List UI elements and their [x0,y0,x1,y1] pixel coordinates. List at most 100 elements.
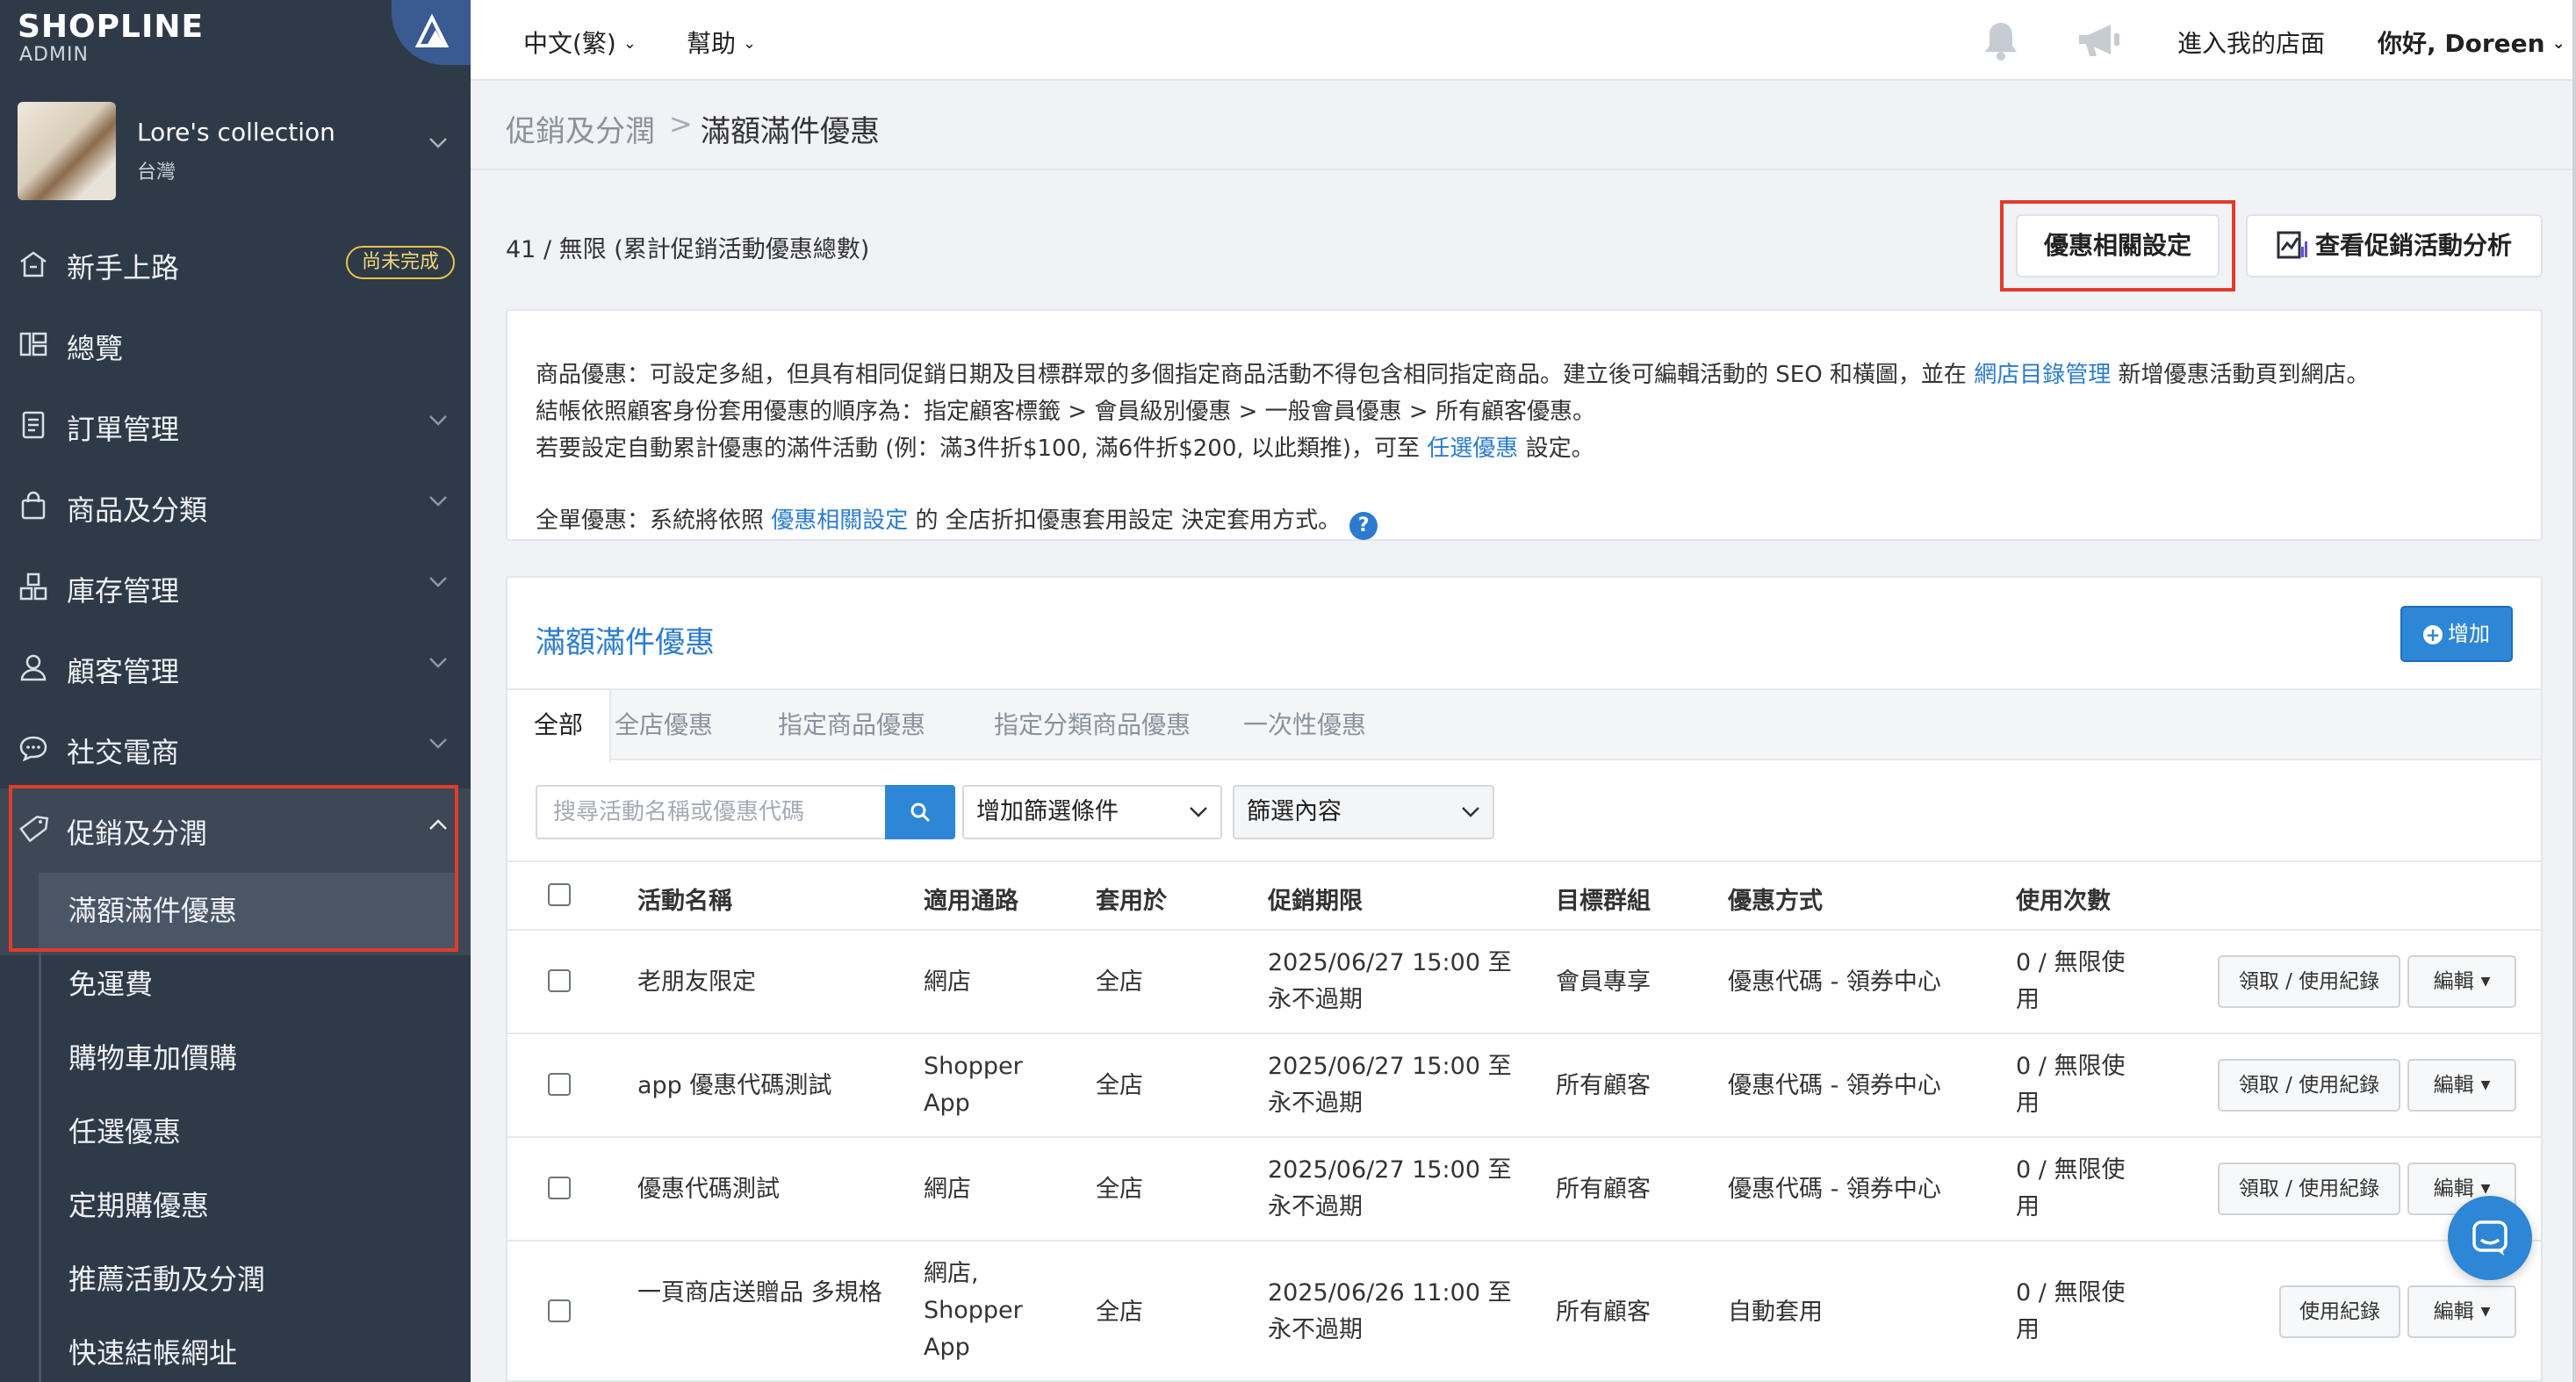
column-header[interactable]: 目標群組 [1556,882,1651,916]
promo-usage: 0 / 無限使 [2016,949,2126,976]
table-row: app 優惠代碼測試 Shopper App 全店 2025/06/27 15:… [507,1034,2541,1138]
sidebar-item-social-commerce[interactable]: 社交電商 [0,708,471,788]
tab-category[interactable]: 指定分類商品優惠 [968,690,1217,760]
promo-target: 所有顧客 [1556,1299,1651,1326]
promo-apply: 全店 [1096,1072,1143,1099]
edit-label: 編輯 [2433,970,2474,993]
caret-down-icon: ▼ [2480,975,2491,989]
edit-dropdown-button[interactable]: 編輯 ▼ [2407,955,2516,1008]
promo-apply: 全店 [1096,968,1143,996]
help-icon[interactable]: ? [1349,512,1378,540]
bell-icon[interactable] [1981,19,2021,61]
filter-content-select[interactable]: 篩選內容 [1233,785,1494,839]
add-filter-select[interactable]: 增加篩選條件 [962,785,1222,839]
row-checkbox[interactable] [548,1177,571,1199]
row-checkbox[interactable] [548,1299,571,1322]
select-all-checkbox[interactable] [548,883,571,906]
column-header[interactable]: 適用通路 [924,882,1018,916]
promotion-settings-button[interactable]: 優惠相關設定 [2016,214,2220,277]
account-menu[interactable]: 你好, Doreen ⌄ [2378,25,2565,60]
brand-corner[interactable] [392,0,471,65]
store-switcher[interactable]: Lore's collection 台灣 [18,102,457,202]
row-checkbox[interactable] [548,969,571,992]
promo-name[interactable]: 老朋友限定 [637,964,756,1001]
tab-store-wide[interactable]: 全店優惠 [588,690,739,760]
order-icon [22,411,45,439]
promo-target: 所有顧客 [1556,1072,1651,1099]
sidebar-subitem-bundle[interactable]: 任選優惠 [68,1110,181,1150]
chevron-down-icon [1190,807,1207,817]
page-title: 滿額滿件優惠 [701,114,880,149]
promotion-settings-link[interactable]: 優惠相關設定 [771,507,908,534]
sidebar-subitem-express-checkout[interactable]: 快速結帳網址 [68,1331,237,1371]
caret-down-icon: ▼ [2480,1305,2491,1319]
info-line-product: 商品優惠：可設定多組，但具有相同促銷日期及目標群眾的多個指定商品活動不得包含相同… [536,356,2369,389]
bundle-link[interactable]: 任選優惠 [1427,435,1518,462]
chevron-down-icon [429,738,447,749]
megaphone-icon[interactable] [2076,21,2123,60]
sidebar-item-onboarding[interactable]: 新手上路 尚未完成 [0,223,471,304]
row-checkbox[interactable] [548,1073,571,1096]
usage-record-button[interactable]: 領取 / 使用紀錄 [2218,1162,2400,1215]
column-header[interactable]: 活動名稱 [637,882,732,916]
tab-one-time[interactable]: 一次性優惠 [1217,690,1392,760]
usage-record-button[interactable]: 使用紀錄 [2279,1285,2400,1338]
usage-record-button[interactable]: 領取 / 使用紀錄 [2218,1059,2400,1112]
plus-icon: + [2423,625,2443,644]
promotion-analytics-button[interactable]: 查看促銷活動分析 [2246,214,2543,277]
edit-dropdown-button[interactable]: 編輯 ▼ [2407,1285,2516,1338]
column-header[interactable]: 優惠方式 [1728,882,1823,916]
promo-period-end: 永不過期 [1268,1193,1363,1220]
promo-period-end: 永不過期 [1268,986,1363,1013]
info-text: 新增優惠活動頁到網店。 [2111,362,2370,388]
breadcrumb-parent[interactable]: 促銷及分潤 [506,107,655,150]
support-chat-button[interactable] [2448,1196,2532,1280]
help-label: 幫助 [687,29,737,58]
top-bar: 中文(繁) ⌄ 幫助 ⌄ 進入我的店面 你好, Doreen ⌄ [471,0,2576,81]
store-name: Lore's collection [137,118,335,147]
store-region: 台灣 [137,162,176,184]
sidebar-item-inventory[interactable]: 庫存管理 [0,546,471,627]
usage-record-button[interactable]: 領取 / 使用紀錄 [2218,955,2400,1008]
tab-product[interactable]: 指定商品優惠 [752,690,952,760]
sidebar-item-label: 庫存管理 [67,574,180,608]
sidebar-subitem-subscription[interactable]: 定期購優惠 [68,1184,209,1224]
column-header[interactable]: 促銷期限 [1268,882,1363,916]
add-promotion-button[interactable]: + 增加 [2400,606,2513,662]
table-header: 活動名稱 適用通路 套用於 促銷期限 目標群組 優惠方式 使用次數 [507,860,2541,931]
table-row: 老朋友限定 網店 全店 2025/06/27 15:00 至 永不過期 會員專享… [507,931,2541,1034]
breadcrumb-separator: > [669,107,693,140]
search-input[interactable] [536,785,887,839]
catalog-management-link[interactable]: 網店目錄管理 [1974,362,2111,388]
promo-name[interactable]: app 優惠代碼測試 [637,1068,831,1105]
sidebar: SHOPLINE ADMIN Lore's collection 台灣 新手上路… [0,0,471,1382]
sidebar-item-products[interactable]: 商品及分類 [0,465,471,546]
sidebar-subitem-cart-addon[interactable]: 購物車加價購 [68,1036,237,1076]
promo-name[interactable]: 優惠代碼測試 [637,1171,780,1208]
search-button[interactable] [885,785,955,839]
visit-store-link[interactable]: 進入我的店面 [2177,25,2325,60]
sidebar-item-overview[interactable]: 總覽 [0,304,471,385]
home-icon [20,251,47,277]
chevron-down-icon [429,658,447,668]
sidebar-item-label: 顧客管理 [67,655,180,688]
sidebar-item-label: 新手上路 [67,251,180,284]
info-text: 商品優惠：可設定多組，但具有相同促銷日期及目標群眾的多個指定商品活動不得包含相同… [536,362,1975,388]
language-selector[interactable]: 中文(繁) ⌄ [523,25,637,60]
info-text: 全單優惠：系統將依照 [536,507,772,534]
info-text: 的 全店折扣優惠套用設定 決定套用方式。 [908,507,1342,534]
sidebar-item-customers[interactable]: 顧客管理 [0,627,471,708]
promo-apply: 全店 [1096,1176,1143,1203]
brand[interactable]: SHOPLINE ADMIN [18,0,471,70]
sidebar-item-orders[interactable]: 訂單管理 [0,385,471,465]
sidebar-subitem-free-shipping[interactable]: 免運費 [68,962,153,1003]
column-header[interactable]: 使用次數 [2016,882,2111,916]
promotion-list-panel: 滿額滿件優惠 + 增加 全部 全店優惠 指定商品優惠 指定分類商品優惠 一次性優惠… [506,576,2543,1382]
help-menu[interactable]: 幫助 ⌄ [687,25,756,60]
promo-name[interactable]: 一頁商店送贈品 多規格 [637,1275,892,1312]
sidebar-subitem-affiliate[interactable]: 推薦活動及分潤 [68,1257,265,1298]
column-header[interactable]: 套用於 [1096,882,1167,916]
chevron-down-icon [429,496,447,507]
edit-dropdown-button[interactable]: 編輯 ▼ [2407,1059,2516,1112]
bag-icon [21,491,46,520]
